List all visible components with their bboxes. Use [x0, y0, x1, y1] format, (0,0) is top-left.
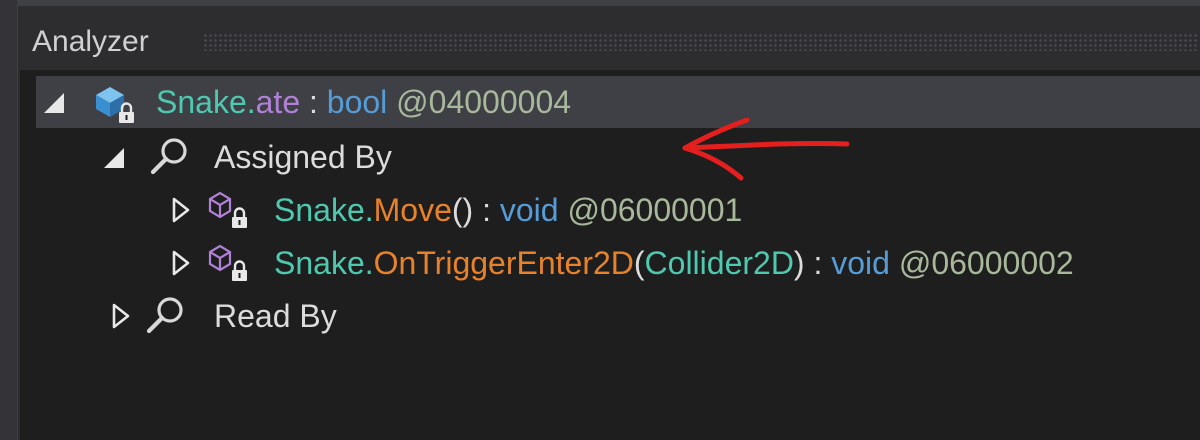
method-token: @06000002: [889, 245, 1074, 281]
search-icon: [148, 135, 192, 179]
triangle-collapsed-icon[interactable]: [166, 195, 196, 225]
search-icon: [144, 294, 188, 338]
tree-node-read-by[interactable]: Read By: [106, 290, 337, 342]
assigned-by-label: Assigned By: [214, 139, 392, 175]
method-param-type: Collider2D: [644, 245, 794, 281]
tree-node-assigned-by[interactable]: Assigned By: [100, 131, 392, 183]
triangle-collapsed-icon[interactable]: [106, 301, 136, 331]
method-dot: .: [364, 192, 374, 228]
method-type-name: Snake: [274, 192, 365, 228]
read-by-label: Read By: [214, 298, 337, 334]
method-return-type: void: [499, 192, 559, 228]
triangle-expanded-icon[interactable]: [40, 87, 70, 117]
method-params-open: (): [451, 192, 474, 228]
method-name: Move: [373, 192, 452, 228]
method-name: OnTriggerEnter2D: [373, 245, 634, 281]
panel-titlebar[interactable]: Analyzer: [18, 6, 1200, 70]
window-left-border: [0, 0, 18, 440]
triangle-expanded-icon[interactable]: [100, 142, 130, 172]
panel-title: Analyzer: [32, 25, 149, 58]
tree-node-method-ontriggerenter2d[interactable]: Snake. OnTriggerEnter2D(Collider2D) : voi…: [166, 237, 1074, 289]
root-separator: :: [300, 84, 327, 120]
annotation-arrow-icon: [682, 118, 850, 181]
drag-grip[interactable]: [203, 33, 1198, 51]
method-lock-icon: [206, 187, 254, 233]
method-dot: .: [364, 245, 374, 281]
triangle-collapsed-icon[interactable]: [166, 248, 196, 278]
method-separator: :: [804, 245, 832, 281]
root-dot: .: [246, 84, 256, 120]
root-member-name: ate: [255, 84, 301, 120]
root-token: @04000004: [387, 84, 572, 120]
method-type-name: Snake: [274, 245, 365, 281]
analyzer-tree: Snake.ate : bool @04000004 Assigned By: [20, 70, 1200, 440]
analyzer-window: Analyzer Snake. ate : bool @04000004 Ass…: [0, 0, 1200, 440]
field-lock-icon: [90, 79, 140, 125]
root-type-name: Snake: [156, 84, 247, 120]
method-lock-icon: [206, 240, 254, 286]
root-return-type: bool: [326, 84, 388, 120]
method-return-type: void: [831, 245, 890, 281]
method-separator: :: [473, 192, 500, 228]
tree-node-method-move[interactable]: Snake. Move() : void @06000001: [166, 184, 742, 236]
tree-node-root-field[interactable]: Snake. ate : bool @04000004: [36, 76, 1200, 128]
method-params-open: (: [633, 245, 645, 281]
method-token: @06000001: [558, 192, 743, 228]
method-params-close: ): [793, 245, 805, 281]
